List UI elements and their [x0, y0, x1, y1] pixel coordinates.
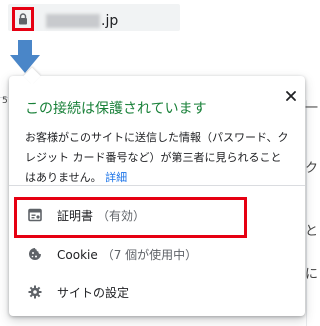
background-text: 5 [2, 96, 8, 106]
details-link[interactable]: 詳細 [105, 171, 127, 184]
site-info-popup: この接続は保護されています お客様がこのサイトに送信した情報（パスワード、クレジ… [9, 67, 305, 316]
certificate-item[interactable]: 証明書 （有効） [9, 197, 305, 233]
background-text: ク [305, 161, 319, 176]
cookie-count: （7 個が使用中） [101, 247, 198, 262]
connection-secure-title: この接続は保護されています [25, 101, 207, 117]
certificate-text: 証明書 [57, 208, 94, 223]
popup-divider [9, 185, 305, 186]
gear-icon [27, 284, 43, 300]
domain-suffix: .jp [101, 13, 119, 29]
cookie-label: Cookie （7 個が使用中） [57, 246, 197, 263]
close-button[interactable] [283, 88, 299, 104]
url-text[interactable]: .jp [46, 12, 118, 30]
certificate-icon [27, 207, 43, 223]
background-text: に [305, 267, 319, 282]
site-settings-item[interactable]: サイトの設定 [9, 274, 305, 310]
cookie-item[interactable]: Cookie （7 個が使用中） [9, 236, 305, 272]
lock-highlight-box [12, 7, 34, 31]
site-settings-label: サイトの設定 [57, 285, 130, 300]
cookie-text: Cookie [57, 247, 98, 262]
description-text: お客様がこのサイトに送信した情報（パスワード、クレジット カード番号など）が第三… [25, 131, 289, 184]
certificate-status: （有効） [97, 208, 146, 223]
background-text: 一 [305, 101, 319, 116]
redacted-domain [46, 14, 100, 28]
cookie-icon [27, 246, 43, 262]
background-page-edge [306, 100, 314, 326]
connection-description: お客様がこのサイトに送信した情報（パスワード、クレジット カード番号など）が第三… [25, 128, 291, 188]
background-text: と [305, 224, 319, 239]
close-icon [286, 91, 296, 101]
certificate-label: 証明書 （有効） [57, 207, 145, 224]
lock-icon[interactable] [18, 10, 28, 29]
